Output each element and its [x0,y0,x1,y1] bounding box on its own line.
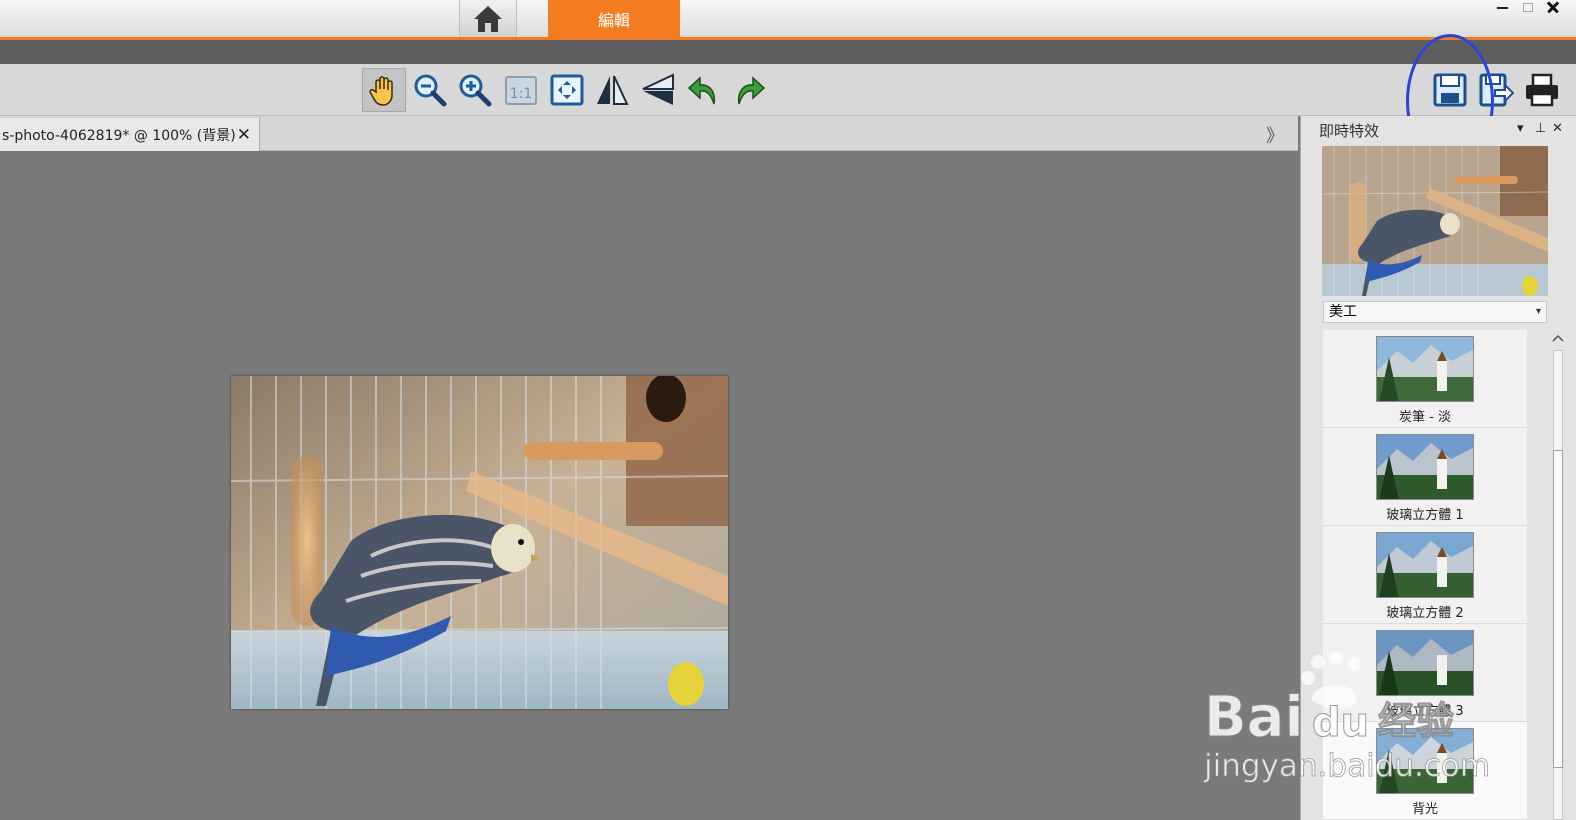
zoom-in-icon [459,74,492,107]
rotate-right-icon [737,76,766,105]
pan-tool-button[interactable] [362,68,406,112]
rotate-left-button[interactable] [682,68,726,112]
actual-size-button[interactable]: 1:1 [499,68,543,112]
scroll-thumb[interactable] [1553,450,1563,768]
image-canvas[interactable] [0,151,1300,820]
panel-menu-icon[interactable]: ▾ [1517,121,1524,136]
document-tab-label: s-photo-4062819* @ 100% (背景) [2,127,236,144]
hand-icon [369,76,393,106]
menu-band [0,40,1576,64]
chevron-down-icon: ▾ [1535,306,1541,317]
effect-item-label: 玻璃立方體 1 [1386,508,1464,523]
title-bar: 編輯 [0,0,1576,40]
rotate-right-button[interactable] [727,68,771,112]
print-icon [1526,73,1558,107]
effect-thumbnail [1376,532,1474,598]
document-tab[interactable]: s-photo-4062819* @ 100% (背景) ✕ [0,118,260,151]
zoom-in-button[interactable] [453,68,497,112]
toolbar: 1:1 [0,64,1576,116]
actual-size-label: 1:1 [510,86,533,102]
flip-vertical-button[interactable] [636,68,680,112]
scroll-up-icon[interactable] [1551,332,1565,344]
document-close-icon[interactable]: ✕ [237,125,251,145]
effect-item-glass-cube-2[interactable]: 玻璃立方體 2 [1323,526,1527,624]
expand-panel-icon[interactable]: 》 [1266,122,1284,148]
effect-thumbnail [1376,336,1474,402]
minimize-icon[interactable] [1494,0,1510,14]
actual-size-icon: 1:1 [505,76,537,105]
flip-horizontal-button[interactable] [590,68,634,112]
print-button[interactable] [1520,68,1564,112]
effect-thumbnail [1376,434,1474,500]
panel-close-icon[interactable]: ✕ [1552,121,1563,136]
live-effects-panel: 即時特效 ▾ ⊥ ✕ 美工 ▾ 炭筆 - 淡 玻璃立方體 1 玻璃立方體 2 玻… [1300,116,1576,820]
panel-title: 即時特效 [1319,122,1380,140]
effect-item-label: 背光 [1411,802,1438,817]
house-icon [474,5,502,32]
effect-item-charcoal-light[interactable]: 炭筆 - 淡 [1323,330,1527,428]
flip-horizontal-icon [597,75,629,105]
fit-window-button[interactable] [545,68,589,112]
save-as-icon [1479,73,1514,107]
save-icon [1433,73,1467,107]
save-button[interactable] [1428,68,1472,112]
effect-item-glass-cube-1[interactable]: 玻璃立方體 1 [1323,428,1527,526]
flip-vertical-icon [642,73,674,105]
effect-item-glass-cube-3[interactable]: 玻璃立方體 3 [1323,624,1527,722]
effects-list: 炭筆 - 淡 玻璃立方體 1 玻璃立方體 2 玻璃立方體 3 背光 [1323,330,1527,820]
effect-item-label: 炭筆 - 淡 [1399,410,1451,425]
budgie-photo [231,376,728,709]
rotate-left-icon [687,76,716,105]
effect-preview [1322,146,1548,296]
effect-item-label: 玻璃立方體 2 [1386,606,1464,621]
panel-pin-icon[interactable]: ⊥ [1535,121,1546,136]
effect-category-value: 美工 [1329,304,1357,320]
document-tab-strip: s-photo-4062819* @ 100% (背景) ✕ 》 [0,116,1298,151]
home-tab[interactable] [459,0,517,37]
zoom-out-button[interactable] [408,68,452,112]
effect-item-backlight[interactable]: 背光 [1323,722,1527,820]
fit-window-icon [550,74,584,106]
effects-scrollbar[interactable] [1549,330,1567,820]
effect-thumbnail [1376,630,1474,696]
save-as-button[interactable] [1474,68,1518,112]
zoom-out-icon [414,74,447,107]
close-icon[interactable] [1545,0,1561,14]
effect-category-select[interactable]: 美工 ▾ [1323,301,1547,323]
restore-icon[interactable] [1520,0,1536,14]
effect-item-label: 玻璃立方體 3 [1386,704,1464,719]
tab-edit[interactable]: 編輯 [548,0,680,38]
effect-thumbnail [1376,728,1474,794]
